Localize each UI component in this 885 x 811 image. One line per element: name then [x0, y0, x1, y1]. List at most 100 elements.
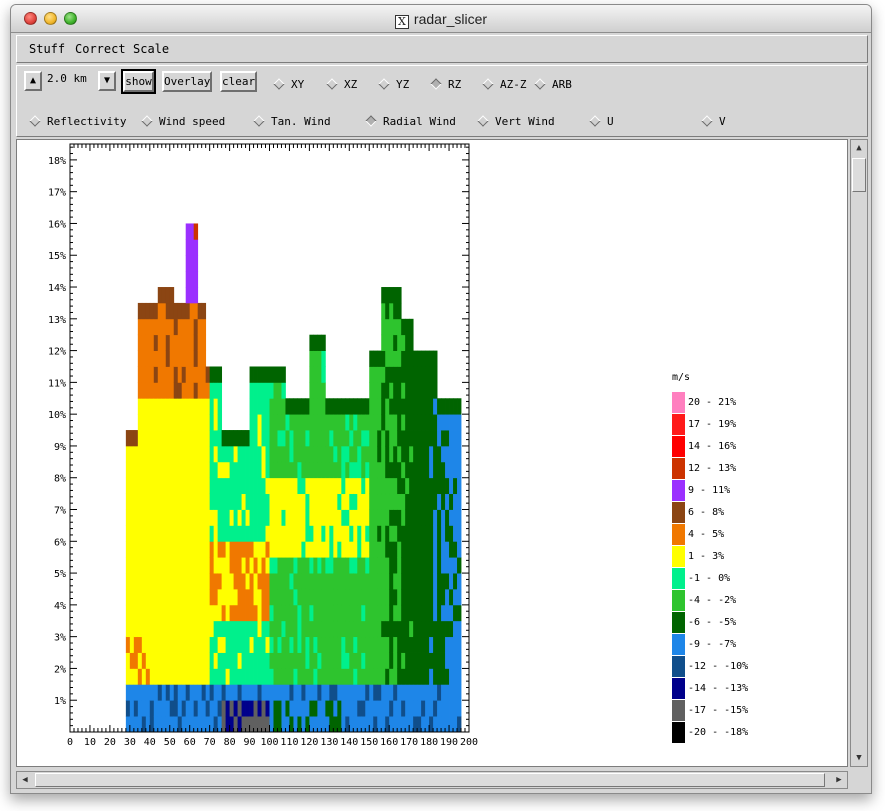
heatmap-cell [385, 461, 390, 479]
heatmap-cell [405, 684, 410, 701]
heatmap-cell [137, 430, 143, 447]
heatmap-cell [381, 620, 386, 638]
heatmap-cell [389, 509, 394, 526]
heatmap-cell [277, 461, 282, 479]
show-button[interactable]: show [121, 69, 156, 94]
heatmap-cell [373, 382, 378, 399]
heatmap-cell [429, 509, 434, 526]
field-radio-reflectivity[interactable]: Reflectivity [29, 115, 126, 128]
menu-stuff[interactable]: Stuff [29, 42, 65, 56]
heatmap-cell [149, 684, 155, 701]
field-radio-wind-speed[interactable]: Wind speed [141, 115, 225, 128]
legend-label: 1 - 3% [688, 551, 725, 562]
heatmap-cell [389, 588, 394, 606]
view-radio-xy[interactable]: XY [273, 78, 304, 91]
vertical-scroll-thumb[interactable] [852, 158, 866, 192]
heatmap-cell [245, 652, 250, 669]
heatmap-cell [157, 477, 163, 495]
view-radio-rz[interactable]: RZ [430, 78, 461, 91]
x-tick-label: 0 [67, 737, 73, 748]
horizontal-scrollbar[interactable]: ◀ ▶ [16, 771, 848, 789]
view-radio-yz[interactable]: YZ [378, 78, 409, 91]
heatmap-cell [253, 588, 258, 606]
heatmap-cell [449, 636, 454, 653]
plot-canvas[interactable]: 0 10 20 30 40 50 60 70 80 90 100 110 120 130 140 150 160… [16, 139, 848, 767]
legend-unit: m/s [672, 372, 691, 383]
field-radio-radial-wind[interactable]: Radial Wind [365, 115, 456, 128]
heatmap-cell [177, 636, 183, 653]
field-radio-vert-wind[interactable]: Vert Wind [477, 115, 555, 128]
heatmap-cell [233, 509, 238, 526]
heatmap-cell [137, 445, 143, 463]
vertical-scrollbar[interactable]: ▲ ▼ [850, 139, 868, 767]
heatmap-cell [309, 620, 314, 638]
heatmap-cell [409, 398, 414, 415]
x-tick-label: 110 [280, 737, 298, 748]
menu-scale[interactable]: Scale [133, 42, 169, 56]
heatmap-cell [217, 541, 223, 558]
height-up-button[interactable]: ▲ [24, 71, 42, 91]
field-radio-v[interactable]: V [701, 115, 726, 128]
horizontal-scroll-thumb[interactable] [35, 773, 825, 787]
heatmap-cell [205, 414, 211, 431]
heatmap-cell [197, 684, 203, 701]
heatmap-cell [441, 398, 446, 415]
radio-diamond-icon [477, 115, 489, 127]
heatmap-cell [281, 445, 286, 463]
heatmap-cell [393, 287, 398, 304]
heatmap-cell [153, 334, 159, 351]
heatmap-cell [405, 668, 410, 685]
heatmap-cell [401, 573, 406, 590]
heatmap-cell [329, 509, 334, 526]
scroll-down-icon[interactable]: ▼ [851, 750, 867, 766]
heatmap-cell [157, 334, 163, 351]
heatmap-cell [453, 604, 458, 622]
heatmap-cell [385, 636, 390, 653]
heatmap-cell [389, 398, 394, 415]
heatmap-cell [189, 573, 195, 590]
heatmap-cell [245, 509, 250, 526]
heatmap-cell [241, 668, 246, 685]
view-radio-xz[interactable]: XZ [326, 78, 358, 91]
view-radio-az-z[interactable]: AZ-Z [482, 78, 527, 91]
menu-correct[interactable]: Correct [75, 42, 126, 56]
heatmap-cell [165, 636, 171, 653]
heatmap-cell [253, 525, 258, 542]
heatmap-cell [385, 700, 390, 717]
heatmap-cell [153, 414, 159, 431]
heatmap-cell [249, 668, 254, 685]
heatmap-cell [205, 541, 211, 558]
scroll-right-icon[interactable]: ▶ [831, 772, 847, 788]
heatmap-cell [369, 398, 374, 415]
heatmap-cell [233, 588, 238, 606]
heatmap-cell [405, 541, 410, 558]
scroll-up-icon[interactable]: ▲ [851, 140, 867, 156]
heatmap-cell [325, 461, 330, 479]
heatmap-cell [425, 684, 430, 701]
heatmap-cell [441, 573, 446, 590]
heatmap-cell [325, 525, 330, 542]
heatmap-cell [405, 477, 410, 495]
heatmap-cell [353, 668, 358, 685]
overlay-button[interactable]: Overlay [162, 71, 212, 92]
heatmap-cell [289, 604, 294, 622]
view-radio-arb[interactable]: ARB [534, 78, 572, 91]
heatmap-cell [445, 620, 450, 638]
heatmap-cell [301, 461, 306, 479]
heatmap-cell [173, 684, 179, 701]
view-label: ARB [552, 78, 572, 91]
heatmap-cell [309, 588, 314, 606]
heatmap-cell [201, 636, 207, 653]
legend-swatch [672, 678, 685, 699]
heatmap-cell [269, 620, 274, 638]
clear-button[interactable]: clear [220, 71, 257, 92]
heatmap-cell [413, 493, 418, 510]
heatmap-cell [273, 382, 278, 399]
height-down-button[interactable]: ▼ [98, 71, 116, 91]
field-radio-tan-wind[interactable]: Tan. Wind [253, 115, 331, 128]
view-label: XZ [344, 78, 358, 91]
heatmap-cell [185, 287, 191, 304]
field-radio-u[interactable]: U [589, 115, 614, 128]
heatmap-cell [421, 668, 426, 685]
scroll-left-icon[interactable]: ◀ [17, 772, 33, 788]
